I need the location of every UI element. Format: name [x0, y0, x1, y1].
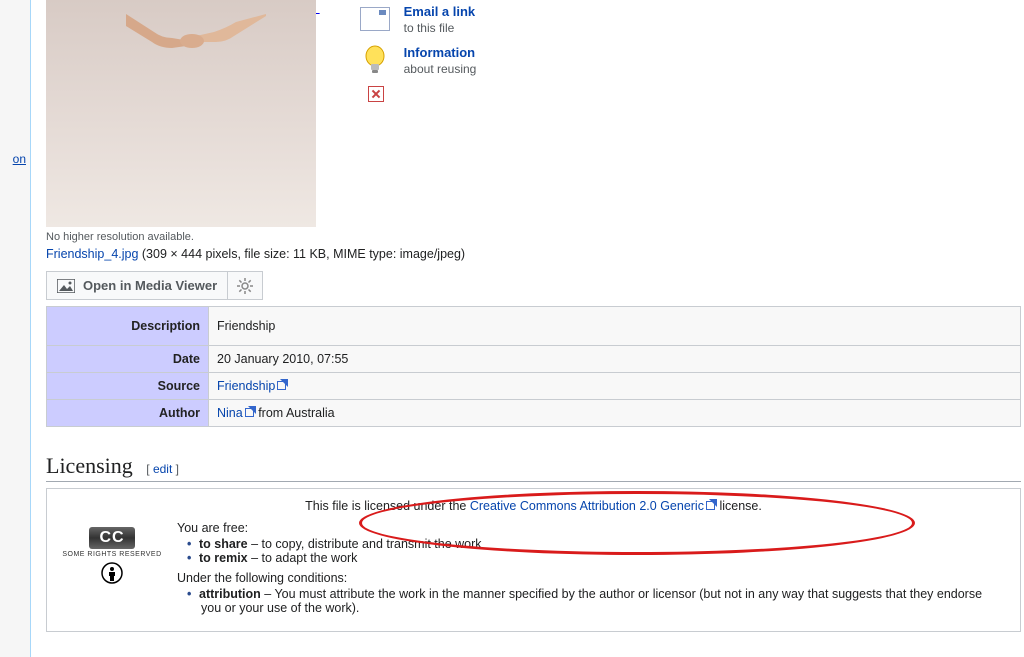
- lightbulb-icon: [360, 45, 390, 75]
- source-link[interactable]: Friendship: [217, 379, 275, 393]
- date-label: Date: [47, 346, 209, 373]
- cc-license-link[interactable]: Creative Commons Attribution 2.0 Generic: [470, 499, 704, 513]
- license-attribution-item: attribution – You must attribute the wor…: [201, 587, 1000, 615]
- email-link-sub: to this file: [404, 21, 476, 35]
- cc-logo-column: CC SOME RIGHTS RESERVED: [47, 521, 177, 621]
- sidebar-link-truncated[interactable]: on: [13, 152, 26, 166]
- file-image: [46, 0, 316, 227]
- open-media-viewer-label: Open in Media Viewer: [83, 278, 217, 293]
- edit-section: [ edit ]: [146, 462, 179, 476]
- information-sub: about reusing: [404, 62, 477, 76]
- license-statement: This file is licensed under the Creative…: [47, 489, 1020, 521]
- author-label: Author: [47, 400, 209, 427]
- open-media-viewer-button[interactable]: Open in Media Viewer: [46, 271, 228, 300]
- edit-link[interactable]: edit: [153, 462, 172, 476]
- external-link-icon: [245, 407, 255, 417]
- license-share-item: to share – to copy, distribute and trans…: [201, 537, 1000, 551]
- hands-illustration: [126, 14, 266, 74]
- licensing-heading: Licensing [ edit ]: [46, 453, 1021, 482]
- image-icon: [57, 279, 75, 293]
- author-rest: from Australia: [255, 406, 335, 420]
- licensing-heading-text: Licensing: [46, 453, 133, 478]
- information-action[interactable]: Information about reusing: [360, 45, 477, 76]
- file-name-link[interactable]: Friendship_4.jpg: [46, 247, 138, 261]
- media-viewer-settings-button[interactable]: [228, 271, 263, 300]
- attribution-icon: [57, 562, 167, 587]
- desc-value: Friendship: [209, 307, 1021, 346]
- email-link-label[interactable]: Email a link: [404, 4, 476, 19]
- external-link-icon: [277, 380, 287, 390]
- email-link-action[interactable]: Email a link to this file: [360, 4, 477, 35]
- desc-label: Description: [47, 307, 209, 346]
- cc-logo: CC: [89, 527, 134, 549]
- file-image-link[interactable]: [46, 0, 320, 15]
- source-label: Source: [47, 373, 209, 400]
- file-dimensions: (309 × 444 pixels, file size: 11 KB, MIM…: [138, 247, 465, 261]
- you-are-free: You are free:: [177, 521, 1000, 535]
- source-value: Friendship: [209, 373, 1021, 400]
- license-remix-item: to remix – to adapt the work: [201, 551, 1000, 565]
- external-link-icon: [706, 500, 716, 510]
- some-rights-reserved: SOME RIGHTS RESERVED: [57, 551, 167, 558]
- information-label[interactable]: Information: [404, 45, 476, 60]
- file-details-line: Friendship_4.jpg (309 × 444 pixels, file…: [46, 247, 1024, 261]
- license-box: This file is licensed under the Creative…: [46, 488, 1021, 632]
- date-value: 20 January 2010, 07:55: [209, 346, 1021, 373]
- broken-image-icon: [368, 86, 384, 102]
- gear-icon: [237, 278, 253, 294]
- license-text: You are free: to share – to copy, distri…: [177, 521, 1020, 621]
- no-higher-res-text: No higher resolution available.: [46, 231, 1024, 243]
- envelope-icon: [360, 7, 390, 31]
- left-sidebar: on: [0, 0, 31, 657]
- under-conditions: Under the following conditions:: [177, 571, 1000, 585]
- file-info-table: Description Friendship Date 20 January 2…: [46, 306, 1021, 427]
- author-link[interactable]: Nina: [217, 406, 243, 420]
- author-value: Nina from Australia: [209, 400, 1021, 427]
